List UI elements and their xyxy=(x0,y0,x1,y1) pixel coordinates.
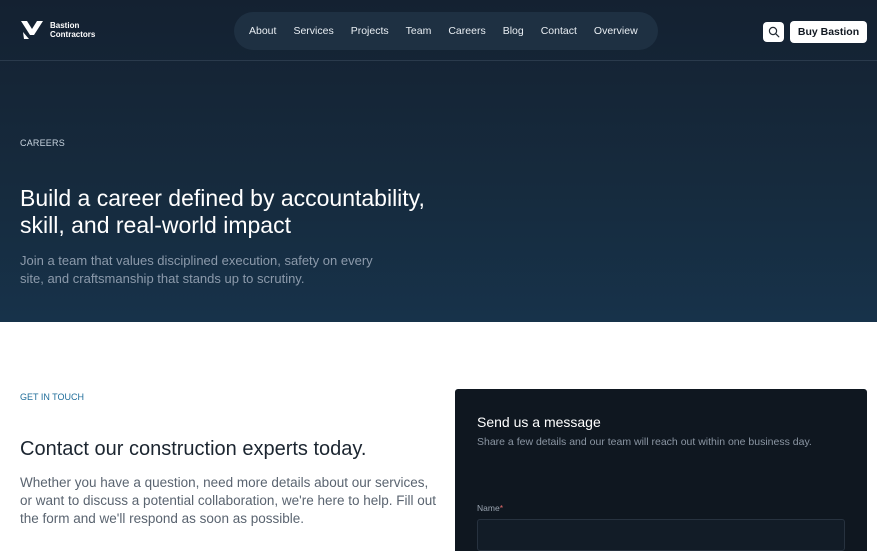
contact-description: Whether you have a question, need more d… xyxy=(20,475,437,526)
nav-item-projects[interactable]: Projects xyxy=(351,25,389,37)
brand-name: Bastion Contractors xyxy=(50,21,95,39)
contact-title: Contact our construction experts today. xyxy=(20,438,367,460)
required-marker: * xyxy=(499,503,503,513)
top-navigation-bar: Bastion Contractors About Services Proje… xyxy=(0,0,877,61)
main-nav: About Services Projects Team Careers Blo… xyxy=(234,12,658,50)
name-field-label: Name* xyxy=(477,503,503,513)
form-title: Send us a message xyxy=(477,414,601,430)
message-form-card: Send us a message Share a few details an… xyxy=(455,389,867,551)
nav-item-contact[interactable]: Contact xyxy=(541,25,577,37)
brand-logo-link[interactable]: Bastion Contractors xyxy=(20,20,95,40)
nav-item-overview[interactable]: Overview xyxy=(594,25,638,37)
nav-item-services[interactable]: Services xyxy=(293,25,333,37)
search-button[interactable] xyxy=(763,22,784,42)
nav-item-careers[interactable]: Careers xyxy=(448,25,485,37)
contact-eyebrow: GET IN TOUCH xyxy=(20,392,85,402)
hero-eyebrow: CAREERS xyxy=(20,138,65,148)
hero-title: Build a career defined by accountability… xyxy=(20,185,425,238)
hero-subtitle: Join a team that values disciplined exec… xyxy=(20,253,373,286)
form-subtitle: Share a few details and our team will re… xyxy=(477,436,812,448)
name-input[interactable] xyxy=(477,519,845,551)
nav-item-about[interactable]: About xyxy=(249,25,276,37)
name-label-text: Name xyxy=(477,503,500,513)
nav-item-blog[interactable]: Blog xyxy=(503,25,524,37)
nav-item-team[interactable]: Team xyxy=(406,25,432,37)
brand-name-line1: Bastion xyxy=(50,21,80,30)
buy-bastion-button[interactable]: Buy Bastion xyxy=(790,21,867,43)
brand-name-line2: Contractors xyxy=(50,30,96,39)
search-icon xyxy=(768,26,779,38)
hero-section: Bastion Contractors About Services Proje… xyxy=(0,0,877,322)
bastion-logo-icon xyxy=(21,21,43,39)
